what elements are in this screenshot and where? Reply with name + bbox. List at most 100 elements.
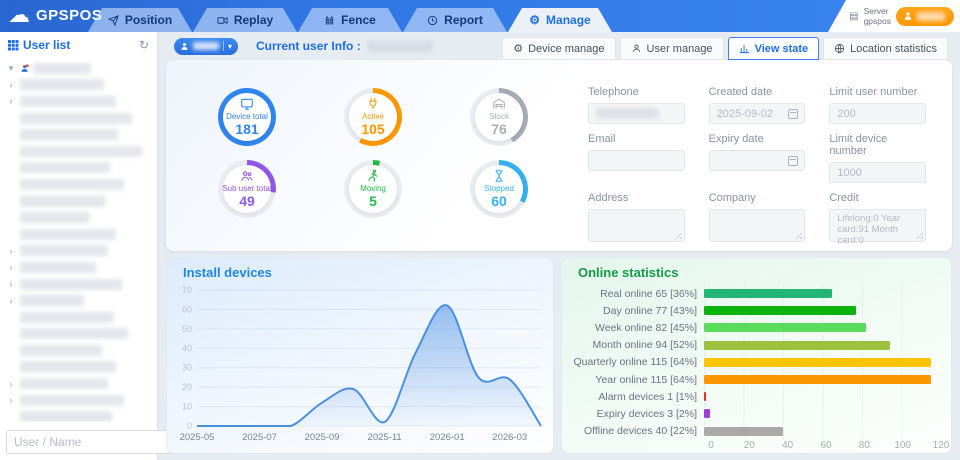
tree-item[interactable]: ▾ (6, 60, 153, 77)
bar (704, 392, 706, 401)
stat-label: Sub user total (222, 184, 271, 193)
tree-item-label-blurred (20, 245, 108, 256)
tree-item-label-blurred (20, 96, 116, 107)
tree-item[interactable]: › (6, 276, 153, 293)
field-input[interactable] (588, 103, 685, 124)
tree-item[interactable] (6, 176, 153, 193)
tree-item[interactable] (6, 359, 153, 376)
tree-item[interactable] (6, 309, 153, 326)
server-area: ▤ Server gpspos (828, 0, 960, 32)
tree-item[interactable] (6, 193, 153, 210)
tree-item[interactable] (6, 143, 153, 160)
field-input[interactable]: 2025-09-02 (709, 103, 806, 124)
stat-value: 49 (239, 193, 255, 209)
calendar-icon (788, 109, 798, 119)
caret-right-icon: › (6, 296, 16, 306)
refresh-icon[interactable]: ↻ (139, 38, 149, 52)
field-label: Created date (709, 86, 806, 98)
tree-item-label-blurred (20, 79, 104, 90)
tree-item[interactable]: › (6, 243, 153, 260)
tree-item[interactable] (6, 342, 153, 359)
install-devices-title: Install devices (183, 265, 553, 280)
online-statistics-title: Online statistics (578, 265, 951, 280)
tab-view-state[interactable]: View state (728, 37, 820, 60)
tree-item-label-blurred (20, 328, 128, 339)
tree-item-label-blurred (20, 295, 84, 306)
person-blue-icon (20, 64, 29, 73)
field-created-date: Created date 2025-09-02 (709, 86, 806, 124)
svg-text:20: 20 (182, 382, 192, 392)
stat-circle-device-total: Device total 181 (218, 88, 276, 146)
stat-circles: Device total 181 Active 105 Stock 76 Sub… (166, 60, 562, 251)
current-user-info-blurred (367, 41, 433, 52)
field-input[interactable]: 1000 (829, 162, 926, 183)
bar (704, 306, 856, 315)
stat-circle-active: Active 105 (344, 88, 402, 146)
svg-text:2025-09: 2025-09 (305, 432, 340, 443)
svg-text:2026-03: 2026-03 (492, 432, 527, 443)
manage-tabs: ⚙Device manageUser manageView stateLocat… (502, 37, 948, 60)
user-icon (631, 43, 642, 54)
tree-item[interactable] (6, 326, 153, 343)
search-input[interactable] (6, 430, 176, 454)
nav-tab-replay[interactable]: Replay (193, 8, 297, 32)
tab-device-manage[interactable]: ⚙Device manage (502, 37, 615, 60)
online-bar-row: Week online 82 [45%] (562, 319, 941, 336)
main-nav: PositionReplayFenceReport⚙Manage (88, 8, 613, 32)
tree-item[interactable] (6, 126, 153, 143)
svg-text:50: 50 (182, 324, 192, 334)
axis-tick: 0 (708, 440, 714, 451)
online-bar-row: Real online 65 [36%] (562, 285, 941, 302)
tree-item[interactable] (6, 408, 153, 422)
nav-tab-fence[interactable]: Fence (298, 8, 402, 32)
tree-item[interactable]: › (6, 93, 153, 110)
account-button[interactable] (896, 7, 954, 26)
online-bar-row: Expiry devices 3 [2%] (562, 405, 941, 422)
bar-label: Offline devices 40 [22%] (562, 425, 704, 437)
tree-item[interactable]: › (6, 392, 153, 409)
field-input[interactable]: Lifelong:0 Year card:91 Month card:0 (829, 209, 926, 242)
users-icon (240, 169, 254, 184)
tree-item-label-blurred (20, 212, 90, 223)
bar (704, 323, 866, 332)
globe-icon (834, 43, 845, 54)
axis-tick: 60 (820, 440, 831, 451)
install-devices-panel: Install devices 0102030405060702025-0520… (166, 257, 554, 454)
field-input[interactable]: 200 (829, 103, 926, 124)
tree-item[interactable]: › (6, 259, 153, 276)
field-value: 2025-09-02 (717, 108, 773, 120)
field-input[interactable] (588, 150, 685, 171)
tree-item[interactable]: › (6, 77, 153, 94)
nav-tab-report[interactable]: Report (403, 8, 507, 32)
user-tree: ▾›››››››› (0, 56, 157, 422)
current-user-name-blurred (193, 42, 219, 50)
tree-item[interactable] (6, 160, 153, 177)
field-label: Address (588, 192, 685, 204)
field-telephone: Telephone (588, 86, 685, 124)
field-input[interactable] (709, 150, 806, 171)
svg-text:10: 10 (182, 402, 192, 412)
bar (704, 358, 931, 367)
current-user-dropdown[interactable]: ▾ (174, 38, 238, 55)
caret-right-icon: › (6, 96, 16, 106)
field-input[interactable] (588, 209, 685, 242)
tab-user-manage[interactable]: User manage (620, 37, 724, 60)
tree-item[interactable] (6, 209, 153, 226)
field-input[interactable] (709, 209, 806, 242)
tree-item[interactable]: › (6, 375, 153, 392)
warehouse-icon (492, 97, 506, 112)
sidebar-search (6, 430, 151, 454)
server-info: Server gpspos (864, 6, 891, 26)
tree-item[interactable]: › (6, 292, 153, 309)
nav-tab-manage[interactable]: ⚙Manage (508, 8, 612, 32)
tree-item-label-blurred (33, 63, 91, 74)
tree-item[interactable] (6, 110, 153, 127)
tree-item[interactable] (6, 226, 153, 243)
online-statistics-axis: 020406080100120 (711, 440, 941, 454)
bar-label: Alarm devices 1 [1%] (562, 391, 704, 403)
svg-text:70: 70 (182, 285, 192, 295)
tab-location-statistics[interactable]: Location statistics (823, 37, 948, 60)
bar-label: Quarterly online 115 [64%] (562, 356, 704, 368)
bar-label: Expiry devices 3 [2%] (562, 408, 704, 420)
nav-tab-position[interactable]: Position (88, 8, 192, 32)
